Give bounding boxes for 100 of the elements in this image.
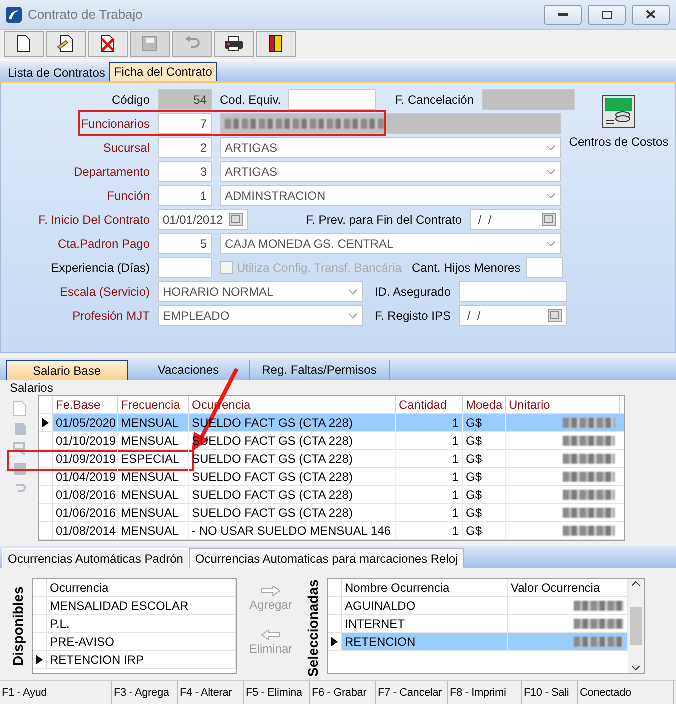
chevron-up-icon[interactable] bbox=[632, 581, 640, 586]
status-text: F1 - Ayud bbox=[0, 681, 112, 704]
table-cell: 01/04/2019 bbox=[53, 468, 118, 485]
input-field[interactable] bbox=[459, 281, 567, 302]
input-field[interactable]: 3 bbox=[158, 161, 212, 182]
chevron-down-icon bbox=[546, 192, 556, 198]
toolbar-button[interactable] bbox=[46, 31, 86, 57]
field-label: Función bbox=[106, 188, 150, 202]
table-cell: G$ bbox=[463, 486, 506, 503]
column-header[interactable]: Unitario bbox=[506, 396, 620, 413]
tab[interactable]: Lista de Contratos bbox=[4, 64, 110, 81]
input-field[interactable]: 7 bbox=[158, 113, 212, 134]
redacted-value bbox=[574, 618, 624, 628]
date-field[interactable]: 01/01/2012 bbox=[158, 209, 248, 230]
table-row[interactable]: 01/08/2014 MENSUAL - NO USAR SUELDO MENSUAL 146 1 G$ bbox=[39, 522, 624, 540]
input-field[interactable]: 5 bbox=[158, 233, 212, 254]
table-cell: G$ bbox=[463, 450, 506, 467]
field-label: Código bbox=[110, 92, 150, 106]
list-item[interactable]: AGUINALDO bbox=[342, 597, 508, 614]
table-cell: 01/06/2016 bbox=[53, 504, 118, 521]
calendar-icon[interactable] bbox=[229, 213, 243, 226]
toolbar-button[interactable] bbox=[4, 31, 44, 57]
table-cell: SUELDO FACT GS (CTA 228) bbox=[189, 504, 396, 521]
maximize-button[interactable] bbox=[588, 4, 626, 24]
toolbar-button[interactable] bbox=[88, 31, 128, 57]
table-cell: 01/10/2019 bbox=[53, 432, 118, 449]
table-row[interactable]: 01/06/2016 MENSUAL SUELDO FACT GS (CTA 228) 1 G$ bbox=[39, 504, 624, 522]
column-header[interactable]: Cantidad bbox=[396, 396, 463, 413]
date-field[interactable]: / / bbox=[459, 305, 567, 326]
table-cell: MENSUAL bbox=[118, 522, 189, 539]
field-label: Experiencia (Días) bbox=[50, 260, 150, 274]
toolbar-button[interactable] bbox=[256, 31, 296, 57]
field-label: F. Inicio Del Contrato bbox=[38, 212, 150, 226]
date-field[interactable]: / / bbox=[470, 209, 561, 230]
list-item[interactable]: RETENCION bbox=[342, 633, 508, 650]
status-text: F6 - Grabar bbox=[310, 681, 376, 704]
close-icon bbox=[646, 10, 656, 19]
input-field[interactable]: 1 bbox=[158, 185, 212, 206]
table-cell: SUELDO FACT GS (CTA 228) bbox=[189, 486, 396, 503]
table-row[interactable]: 01/08/2016 MENSUAL SUELDO FACT GS (CTA 228) 1 G$ bbox=[39, 486, 624, 504]
tab[interactable]: Vacaciones bbox=[128, 360, 250, 380]
table-cell: 01/08/2014 bbox=[53, 522, 118, 539]
input-field[interactable]: 2 bbox=[158, 137, 212, 158]
field-label: Funcionarios bbox=[80, 116, 150, 130]
chevron-down-icon bbox=[546, 168, 556, 174]
dropdown[interactable]: ARTIGAS bbox=[220, 137, 561, 158]
table-cell: G$ bbox=[463, 414, 506, 431]
tab[interactable]: Ocurrencias Automáticas Padrón bbox=[2, 548, 190, 568]
table-cell: MENSUAL bbox=[118, 414, 189, 431]
arrow-left-icon bbox=[260, 630, 282, 640]
column-header[interactable]: Fe.Base bbox=[53, 396, 118, 413]
table-cell: 1 bbox=[396, 522, 463, 539]
toolbar-button[interactable] bbox=[214, 31, 254, 57]
table-cell: G$ bbox=[463, 468, 506, 485]
scrollbar[interactable] bbox=[628, 579, 644, 673]
minimize-button[interactable] bbox=[544, 4, 582, 24]
calendar-icon[interactable] bbox=[542, 213, 556, 226]
tab[interactable]: Ficha del Contrato bbox=[109, 62, 218, 81]
arrow-right-icon bbox=[260, 586, 282, 596]
dropdown[interactable]: HORARIO NORMAL bbox=[158, 281, 363, 302]
column-header[interactable]: Moeda bbox=[463, 396, 506, 413]
status-text: F8 - Imprimi bbox=[448, 681, 522, 704]
section-title: Salarios bbox=[9, 382, 54, 395]
redacted-value bbox=[563, 454, 615, 464]
input-field[interactable] bbox=[158, 257, 212, 278]
input-field[interactable] bbox=[288, 89, 376, 110]
money-stack-icon[interactable] bbox=[602, 95, 636, 129]
table-cell: G$ bbox=[463, 522, 506, 539]
tab[interactable]: Salario Base bbox=[6, 360, 128, 380]
field-label: ID. Asegurado bbox=[374, 284, 451, 298]
document-arrow-icon[interactable] bbox=[12, 441, 28, 457]
input-field[interactable] bbox=[526, 257, 563, 278]
calendar-icon[interactable] bbox=[548, 309, 562, 322]
chevron-down-icon[interactable] bbox=[632, 666, 640, 671]
field-label: F. Cancelación bbox=[394, 92, 474, 106]
column-header[interactable]: Frecuencia bbox=[118, 396, 189, 413]
field-label: Cta.Padron Pago bbox=[56, 236, 150, 250]
chevron-down-icon bbox=[348, 288, 358, 294]
table-row[interactable]: 01/04/2019 MENSUAL SUELDO FACT GS (CTA 228) 1 G$ bbox=[39, 468, 624, 486]
redacted-value bbox=[563, 472, 615, 482]
redacted-value bbox=[563, 526, 615, 536]
row-pointer-icon bbox=[42, 418, 49, 428]
dropdown[interactable]: EMPLEADO bbox=[158, 305, 363, 326]
document-icon bbox=[17, 35, 31, 53]
centros-de-costos-label[interactable]: Centros de Costos bbox=[569, 135, 669, 149]
table-cell: 1 bbox=[396, 504, 463, 521]
field-label: F. Registo IPS bbox=[374, 308, 451, 322]
dropdown[interactable]: ADMINSTRACION bbox=[220, 185, 561, 206]
document-x-icon bbox=[100, 35, 116, 53]
door-icon bbox=[269, 35, 283, 53]
close-button[interactable] bbox=[632, 4, 670, 24]
tab[interactable]: Reg. Faltas/Permisos bbox=[250, 360, 390, 380]
dropdown[interactable]: ARTIGAS bbox=[220, 161, 561, 182]
table-cell: SUELDO FACT GS (CTA 228) bbox=[189, 468, 396, 485]
table-cell: MENSUAL bbox=[118, 504, 189, 521]
tab[interactable]: Ocurrencias Automaticas para marcaciones Reloj bbox=[189, 548, 464, 568]
redacted-value bbox=[563, 490, 615, 500]
dropdown[interactable]: CAJA MONEDA GS. CENTRAL bbox=[220, 233, 561, 254]
table-cell: 01/09/2019 bbox=[53, 450, 118, 467]
app-logo-icon bbox=[6, 6, 22, 22]
